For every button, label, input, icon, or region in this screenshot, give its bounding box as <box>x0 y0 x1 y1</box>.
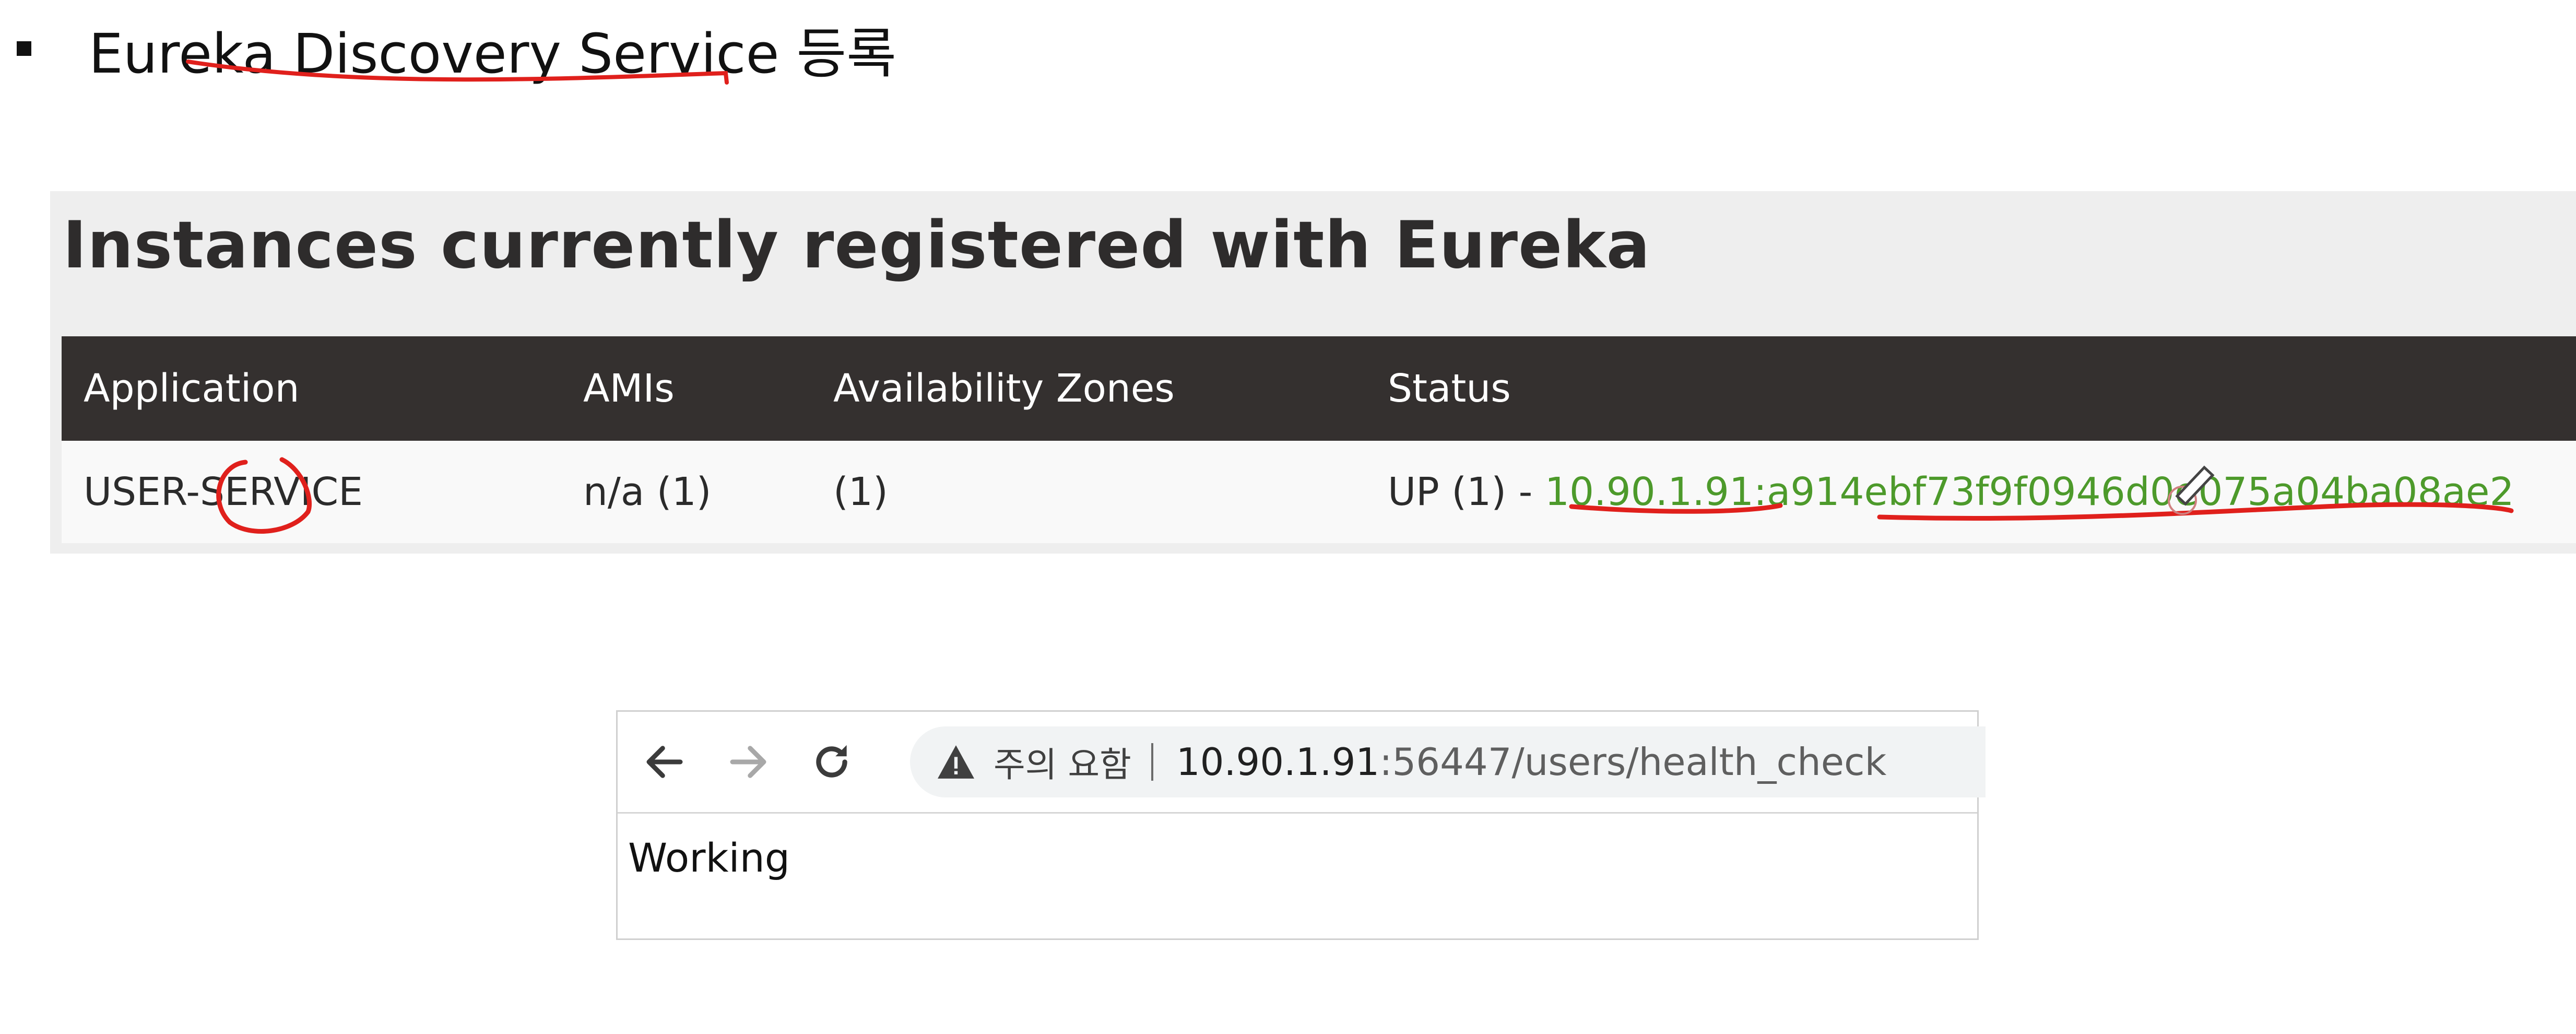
slide-title: Eureka Discovery Service 등록 <box>89 21 896 86</box>
page-content: Working <box>628 835 790 881</box>
reload-icon <box>816 745 847 778</box>
column-header-amis: AMIs <box>583 366 675 411</box>
arrow-right-icon <box>730 746 766 778</box>
forward-button[interactable] <box>717 731 779 793</box>
cell-status: UP (1) - 10.90.1.91:a914ebf73f9f0946d0e0… <box>1366 441 2576 543</box>
cell-zones: (1) <box>811 441 1366 543</box>
cell-amis: n/a (1) <box>561 441 811 543</box>
arrow-left-icon <box>646 746 683 778</box>
address-bar[interactable]: 주의 요함 10.90.1.91:56447/users/health_chec… <box>910 726 1986 797</box>
browser-toolbar: 주의 요함 10.90.1.91:56447/users/health_chec… <box>618 712 1986 814</box>
reload-button[interactable] <box>800 731 863 793</box>
table-row: USER-SERVICE n/a (1) (1) UP (1) - 10.90.… <box>62 441 2576 543</box>
back-button[interactable] <box>633 731 696 793</box>
slide-title-row: Eureka Discovery Service 등록 <box>10 9 896 88</box>
column-header-status: Status <box>1388 366 1511 411</box>
table-header-row: Application AMIs Availability Zones Stat… <box>62 336 2576 441</box>
eureka-heading: Instances currently registered with Eure… <box>63 208 1651 283</box>
url-host[interactable]: 10.90.1.91 <box>1176 740 1379 784</box>
column-header-application: Application <box>84 366 300 411</box>
eureka-instances-panel: Instances currently registered with Eure… <box>50 191 2576 554</box>
url-path[interactable]: :56447/users/health_check <box>1379 740 1886 784</box>
cell-application: USER-SERVICE <box>62 441 561 543</box>
instances-table: Application AMIs Availability Zones Stat… <box>62 336 2576 543</box>
address-divider <box>1151 743 1153 781</box>
warning-icon[interactable] <box>935 741 977 783</box>
browser-window: 주의 요함 10.90.1.91:56447/users/health_chec… <box>616 710 1986 940</box>
status-text: UP (1) - <box>1388 469 1545 514</box>
column-header-availability-zones: Availability Zones <box>833 366 1175 411</box>
square-bullet-icon <box>17 41 31 56</box>
instance-link[interactable]: 10.90.1.91:a914ebf73f9f0946d0e075a04ba08… <box>1545 469 2514 514</box>
security-warning-label[interactable]: 주의 요함 <box>994 737 1131 787</box>
